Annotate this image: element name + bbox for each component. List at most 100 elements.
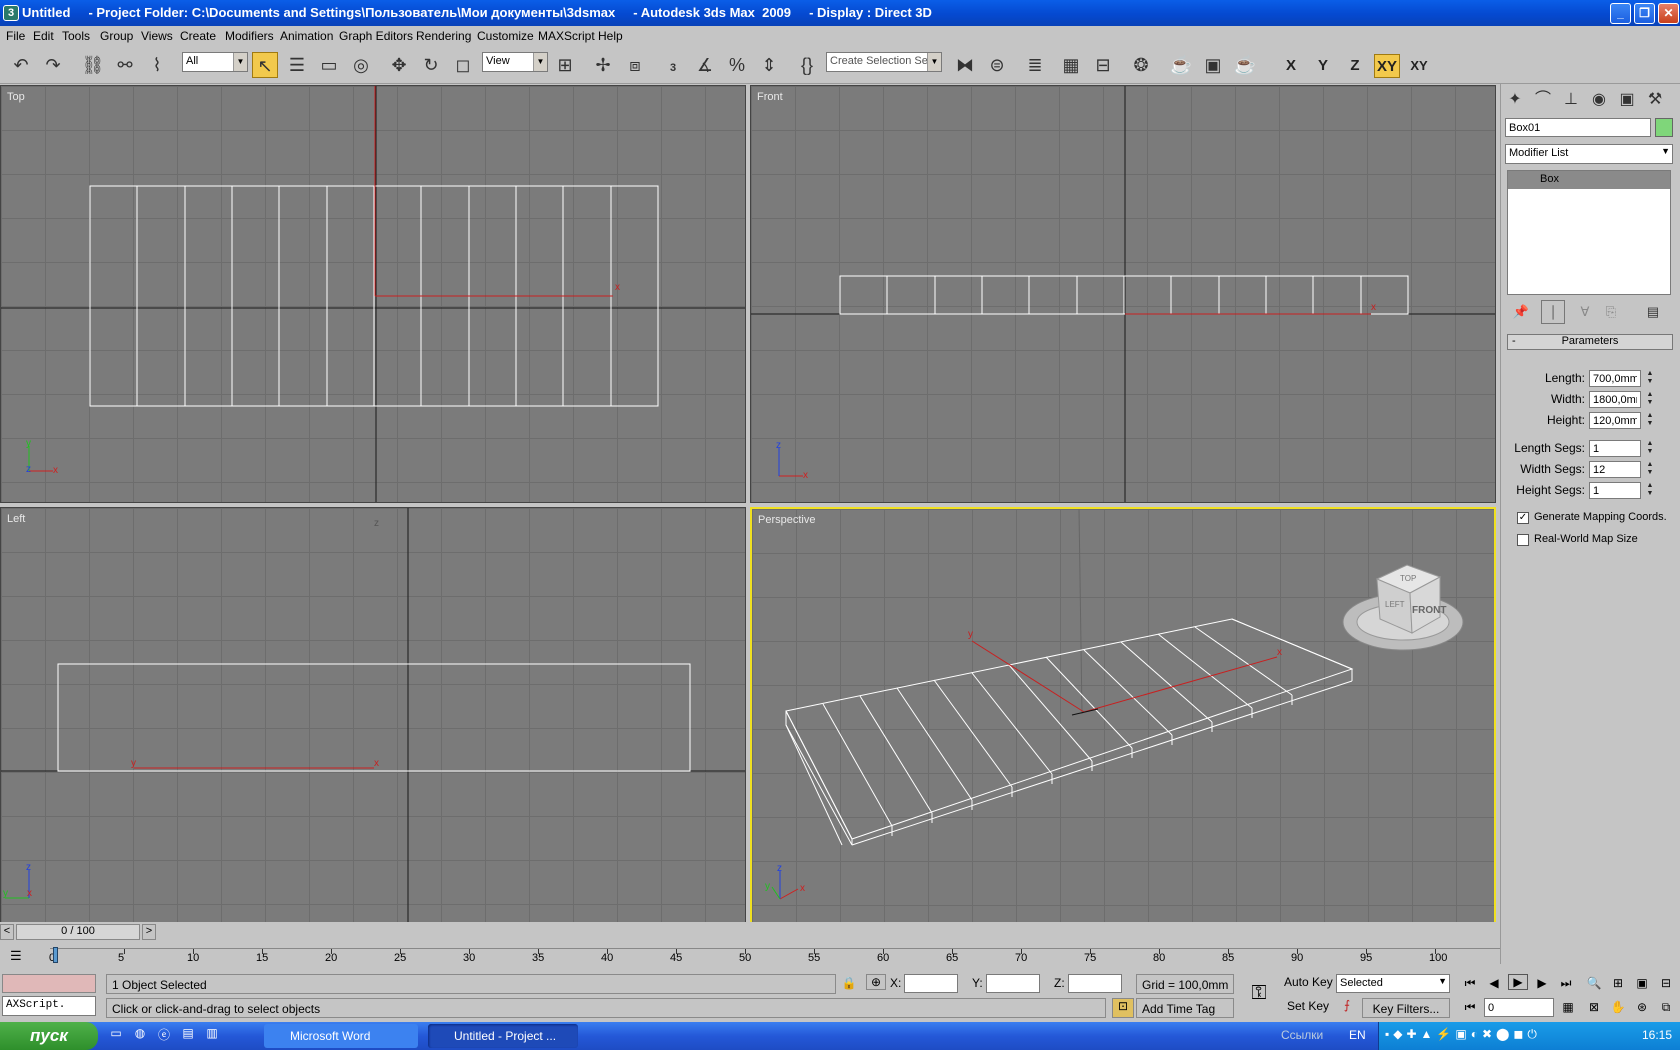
quick-render-icon[interactable]: ☕ [1232,52,1258,78]
pin-stack-icon[interactable]: 📌 [1509,300,1533,324]
param-input[interactable] [1589,440,1641,457]
3dsmax-app-icon[interactable]: 3 [3,5,19,21]
key-selection-dropdown[interactable]: Selected ▼ [1336,974,1450,993]
key-filters-button[interactable]: Key Filters... [1362,998,1450,1018]
start-button[interactable]: пуск [0,1022,98,1050]
redo-icon[interactable]: ↷ [40,52,66,78]
menu-graph-editors[interactable]: Graph Editors [339,29,413,43]
time-slider-next-button[interactable]: > [142,924,156,940]
material-editor-icon[interactable]: ❂ [1128,52,1154,78]
time-configuration-icon[interactable]: ▦ [1558,1000,1578,1014]
snaps-toggle-icon[interactable]: 3 [660,52,686,78]
zoom-icon[interactable]: 🔍 [1584,976,1604,990]
quicklaunch-app2-icon[interactable]: ▥ [202,1026,222,1040]
param-spinner[interactable]: ▲ ▼ [1645,391,1655,407]
menu-create[interactable]: Create [180,29,216,43]
real-world-map-size-checkbox[interactable] [1517,534,1529,546]
absolute-mode-transform-icon[interactable]: ⊕ [866,974,886,990]
menu-customize[interactable]: Customize [477,29,534,43]
modify-tab-icon[interactable]: ⌒ [1531,88,1555,112]
pan-view-icon[interactable]: ✋ [1608,1000,1628,1014]
mirror-icon[interactable]: ⧓ [952,52,978,78]
param-spinner[interactable]: ▲ ▼ [1645,412,1655,428]
zoom-all-icon[interactable]: ⊞ [1608,976,1628,990]
select-and-move-icon[interactable]: ✥ [386,52,412,78]
close-button[interactable]: ✕ [1658,3,1679,24]
menu-tools[interactable]: Tools [62,29,90,43]
restrict-to-z-button[interactable]: Z [1342,54,1368,78]
percent-snap-icon[interactable]: % [724,52,750,78]
menu-file[interactable]: File [6,29,25,43]
stack-item-box[interactable]: Box [1508,171,1670,189]
rendered-frame-window-icon[interactable]: ▣ [1200,52,1226,78]
add-time-tag-button[interactable]: Add Time Tag [1136,998,1234,1018]
menu-views[interactable]: Views [141,29,173,43]
play-icon[interactable]: ▶ [1508,974,1528,990]
show-desktop-icon[interactable]: ▭ [106,1026,126,1040]
curve-editor-icon[interactable]: ▦ [1058,52,1084,78]
restrict-to-plane-cycle-button[interactable]: XY [1406,54,1432,78]
box-wireframe-perspective[interactable] [785,618,1354,846]
remove-modifier-icon[interactable]: ⎘ [1599,300,1623,324]
selection-lock-icon[interactable]: 🔒 [840,976,858,990]
object-color-swatch[interactable] [1655,118,1673,137]
next-frame-icon[interactable]: ▶ [1532,976,1552,990]
menu-help[interactable]: Help [598,29,623,43]
x-coordinate-input[interactable] [904,974,958,993]
mini-curve-editor-icon[interactable]: ☰ [10,948,32,964]
zoom-extents-icon[interactable]: ▣ [1632,976,1652,990]
select-by-name-icon[interactable]: ☰ [284,52,310,78]
quicklaunch-app-icon[interactable]: ▤ [178,1026,198,1040]
track-bar[interactable]: 0510152025303540455055606570758085909510… [49,947,1500,964]
utilities-tab-icon[interactable]: ⚒ [1643,88,1667,112]
param-spinner[interactable]: ▲ ▼ [1645,482,1655,498]
taskbar-3dsmax[interactable]: Untitled - Project ... [428,1024,578,1048]
viewcube[interactable]: TOP LEFT FRONT [1342,564,1464,651]
param-spinner[interactable]: ▲ ▼ [1645,440,1655,456]
align-icon[interactable]: ⊜ [984,52,1010,78]
menu-edit[interactable]: Edit [33,29,54,43]
motion-tab-icon[interactable]: ◉ [1587,88,1611,112]
select-and-rotate-icon[interactable]: ↻ [418,52,444,78]
zoom-extents-all-icon[interactable]: ⊟ [1656,976,1676,990]
restrict-to-y-button[interactable]: Y [1310,54,1336,78]
unlink-selection-icon[interactable]: ⚯ [112,52,138,78]
edit-named-selection-icon[interactable]: {} [794,52,820,78]
maxscript-listener-pink[interactable] [2,974,96,993]
z-coordinate-input[interactable] [1068,974,1122,993]
time-tag-icon[interactable]: ⊡ [1112,998,1134,1018]
y-coordinate-input[interactable] [986,974,1040,993]
orbit-icon[interactable]: ⊛ [1632,1000,1652,1014]
schematic-view-icon[interactable]: ⊟ [1090,52,1116,78]
viewport-perspective[interactable]: Perspective y x TOP LEFT FRONT x z y [750,507,1496,925]
window-crossing-icon[interactable]: ◎ [348,52,374,78]
param-input[interactable] [1589,370,1641,387]
viewport-left[interactable]: Left y x z y z x [0,507,746,925]
hierarchy-tab-icon[interactable]: ⊥ [1559,88,1583,112]
modifier-list-dropdown[interactable]: Modifier List ▼ [1505,144,1673,164]
layer-manager-icon[interactable]: ≣ [1022,52,1048,78]
internet-explorer-icon[interactable]: ⓔ [154,1026,174,1043]
viewport-front[interactable]: Front x x z [750,85,1496,503]
select-object-icon[interactable]: ↖ [252,52,278,78]
minimize-button[interactable]: _ [1610,3,1631,24]
reference-coordinate-dropdown[interactable]: View ▼ [482,52,548,72]
menu-rendering[interactable]: Rendering [416,29,471,43]
previous-frame-icon[interactable]: ◀ [1484,976,1504,990]
go-to-end-icon[interactable]: ⏭ [1556,976,1576,991]
box-wireframe-left[interactable] [57,663,691,772]
selection-filter-dropdown[interactable]: All ▼ [182,52,248,72]
object-name-input[interactable] [1505,118,1651,137]
modifier-stack[interactable]: Box [1507,170,1671,295]
go-to-start-icon[interactable]: ⏮ [1460,976,1480,991]
spinner-snap-icon[interactable]: ⇕ [756,52,782,78]
menu-group[interactable]: Group [100,29,133,43]
current-frame-marker[interactable] [53,947,58,963]
create-tab-icon[interactable]: ✦ [1503,88,1527,112]
angle-snap-icon[interactable]: ∡ [692,52,718,78]
links-toolbar[interactable]: Ссылки [1281,1028,1323,1042]
menu-modifiers[interactable]: Modifiers [225,29,274,43]
undo-icon[interactable]: ↶ [8,52,34,78]
restrict-to-x-button[interactable]: X [1278,54,1304,78]
tray-icons[interactable]: ▪◆✚▲⚡▣◐✖⬤◼⏻ [1385,1027,1541,1042]
